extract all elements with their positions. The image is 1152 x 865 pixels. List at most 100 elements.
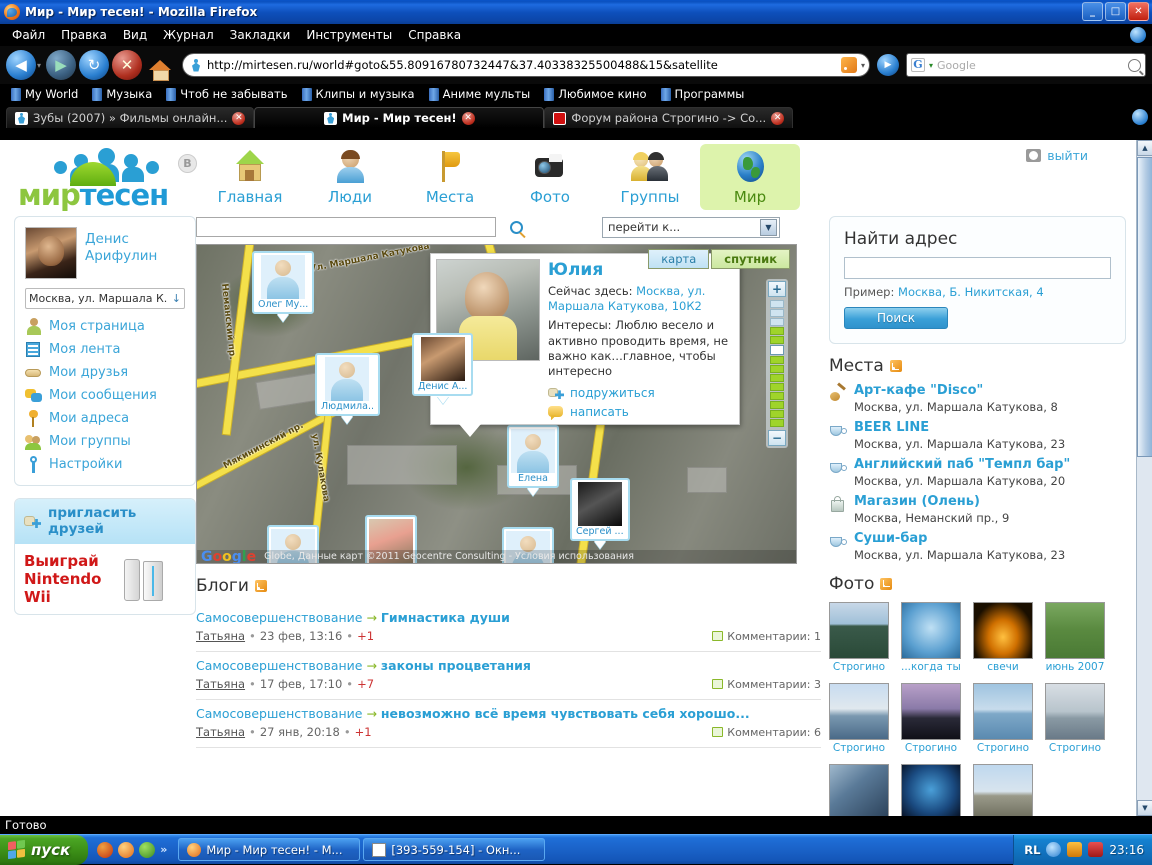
blog-author[interactable]: Татьяна	[196, 629, 245, 643]
zoom-slider-track[interactable]	[770, 300, 784, 427]
scroll-up-button[interactable]: ▲	[1137, 140, 1152, 156]
map-search-button[interactable]	[502, 216, 530, 238]
place-name[interactable]: Арт-кафе "Disco"	[854, 383, 1058, 399]
opera-icon[interactable]	[97, 841, 114, 858]
photo-item-6[interactable]: Строгино	[973, 682, 1033, 754]
zoom-out-button[interactable]: −	[768, 430, 786, 446]
minimize-button[interactable]: _	[1082, 2, 1103, 21]
nav-tab-groups[interactable]: Группы	[600, 144, 700, 210]
satellite-map[interactable]: Ул. Маршала Катукова ул. Маршала Катуков…	[196, 244, 797, 564]
chevron-down-icon[interactable]: ▼	[760, 218, 777, 236]
tray-chevron-icon[interactable]	[1046, 842, 1062, 857]
photo-item-5[interactable]: Строгино	[901, 682, 961, 754]
blog-category[interactable]: Самосовершенствование	[196, 706, 362, 721]
map-marker-lyudmila[interactable]: Людмила..	[315, 353, 380, 424]
menu-bookmarks[interactable]: Закладки	[222, 26, 299, 44]
popup-message-action[interactable]: написать	[548, 405, 734, 421]
maximize-button[interactable]: □	[1105, 2, 1126, 21]
invite-promo[interactable]: Выиграй Nintendo Wii	[15, 544, 195, 614]
tab-close-icon[interactable]: ✕	[461, 111, 475, 125]
reload-button[interactable]: ↻	[79, 50, 110, 80]
map-search-input[interactable]	[196, 217, 496, 237]
place-name[interactable]: BEER LINE	[854, 420, 1065, 436]
bookmark-remember[interactable]: Чтоб не забывать	[159, 86, 294, 102]
invite-friends-card[interactable]: пригласить друзей Выиграй Nintendo Wii	[14, 498, 196, 616]
popup-add-friend-action[interactable]: подружиться	[548, 386, 734, 400]
map-marker-elena[interactable]: Елена	[507, 425, 559, 496]
bookmark-favorite-movies[interactable]: Любимое кино	[537, 86, 653, 102]
start-button[interactable]: пуск	[0, 834, 89, 865]
sidebar-item-my-feed[interactable]: Моя лента	[25, 341, 185, 358]
address-select[interactable]: Москва, ул. Маршала К. ↓	[25, 288, 185, 309]
rss-feed-icon[interactable]	[840, 57, 857, 73]
photo-item-2[interactable]: свечи	[973, 601, 1033, 673]
scrollbar-thumb[interactable]	[1137, 157, 1152, 457]
rss-icon[interactable]	[254, 580, 267, 592]
zoom-in-button[interactable]: +	[768, 281, 786, 297]
place-item-3[interactable]: Магазин (Олень) Москва, Неманский пр., 9	[829, 494, 1126, 525]
place-item-4[interactable]: Суши-бар Москва, ул. Маршала Катукова, 2…	[829, 531, 1126, 562]
find-address-button[interactable]: Поиск	[844, 307, 948, 329]
place-item-1[interactable]: BEER LINE Москва, ул. Маршала Катукова, …	[829, 420, 1126, 451]
forward-button[interactable]: ▶	[46, 50, 77, 80]
place-name[interactable]: Суши-бар	[854, 531, 1065, 547]
close-button[interactable]: ✕	[1128, 2, 1149, 21]
tray-media-icon[interactable]	[1067, 842, 1083, 857]
bookmark-programs[interactable]: Программы	[654, 86, 752, 102]
blog-comments[interactable]: Комментарии: 3	[712, 678, 821, 691]
bookmark-music[interactable]: Музыка	[85, 86, 159, 102]
place-item-2[interactable]: Английский паб "Темпл бар" Москва, ул. М…	[829, 457, 1126, 488]
site-logo[interactable]: миртесен B	[18, 148, 197, 212]
language-indicator[interactable]: RL	[1024, 843, 1040, 857]
rss-icon[interactable]	[880, 577, 893, 590]
bookmark-my-world[interactable]: My World	[4, 86, 85, 102]
rss-dropdown-icon[interactable]: ▾	[861, 61, 865, 70]
photo-item-10[interactable]: Вид из окна))	[973, 763, 1033, 816]
tab-list-icon[interactable]	[1132, 109, 1148, 125]
menu-view[interactable]: Вид	[115, 26, 155, 44]
menu-file[interactable]: Файл	[4, 26, 53, 44]
photo-item-3[interactable]: июнь 2007	[1045, 601, 1105, 673]
menu-tools[interactable]: Инструменты	[298, 26, 400, 44]
sidebar-item-my-page[interactable]: Моя страница	[25, 318, 185, 335]
blog-category[interactable]: Самосовершенствование	[196, 658, 362, 673]
invite-header[interactable]: пригласить друзей	[15, 499, 195, 545]
place-name[interactable]: Магазин (Олень)	[854, 494, 1009, 510]
nav-tab-home[interactable]: Главная	[200, 144, 300, 210]
tab-close-icon[interactable]: ✕	[771, 111, 785, 125]
nav-tab-photo[interactable]: Фото	[500, 144, 600, 210]
photo-item-7[interactable]: Строгино	[1045, 682, 1105, 754]
search-bar[interactable]: G ▾ Google	[906, 53, 1146, 77]
browser-tab-0[interactable]: Зубы (2007) » Фильмы онлайн... ✕	[6, 107, 255, 128]
user-info-popup[interactable]: Юлия Сейчас здесь: Москва, ул. Маршала К…	[430, 253, 740, 438]
map-zoom-control[interactable]: + −	[766, 279, 788, 448]
map-type-map[interactable]: карта	[648, 249, 710, 269]
blog-title[interactable]: законы процветания	[381, 658, 531, 673]
user-name[interactable]: Денис Арифулин	[85, 227, 157, 265]
task-button-mail[interactable]: [393-559-154] - Окн...	[363, 838, 546, 861]
home-button[interactable]	[145, 50, 175, 81]
blog-item-0[interactable]: Самосовершенствование → Гимнастика души …	[196, 604, 821, 652]
photo-item-9[interactable]: человек -	[901, 763, 961, 816]
search-icon[interactable]	[1128, 58, 1141, 72]
firefox-icon[interactable]	[118, 841, 135, 858]
browser-tab-1[interactable]: Мир - Мир тесен! ✕	[254, 107, 545, 128]
sidebar-item-settings[interactable]: Настройки	[25, 456, 185, 473]
logout-link[interactable]: выйти	[1026, 148, 1088, 163]
menu-edit[interactable]: Правка	[53, 26, 115, 44]
find-address-input[interactable]	[844, 257, 1111, 279]
go-button[interactable]: ▶	[877, 54, 899, 76]
blog-item-2[interactable]: Самосовершенствование → невозможно всё в…	[196, 700, 821, 748]
photo-item-0[interactable]: Строгино	[829, 601, 889, 673]
map-marker-denis[interactable]: Денис А...	[412, 333, 474, 404]
place-name[interactable]: Английский паб "Темпл бар"	[854, 457, 1070, 473]
url-text[interactable]: http://mirtesen.ru/world#goto&55.8091678…	[207, 58, 837, 72]
menu-history[interactable]: Журнал	[155, 26, 222, 44]
bookmark-clips-music[interactable]: Клипы и музыка	[295, 86, 422, 102]
goto-select[interactable]: перейти к... ▼	[602, 216, 780, 238]
blog-title[interactable]: Гимнастика души	[381, 610, 510, 625]
back-history-dropdown-icon[interactable]: ▾	[37, 61, 41, 70]
sidebar-item-my-groups[interactable]: Мои группы	[25, 433, 185, 450]
task-button-firefox[interactable]: Мир - Мир тесен! - М...	[178, 838, 361, 861]
sidebar-item-my-addresses[interactable]: Мои адреса	[25, 410, 185, 427]
